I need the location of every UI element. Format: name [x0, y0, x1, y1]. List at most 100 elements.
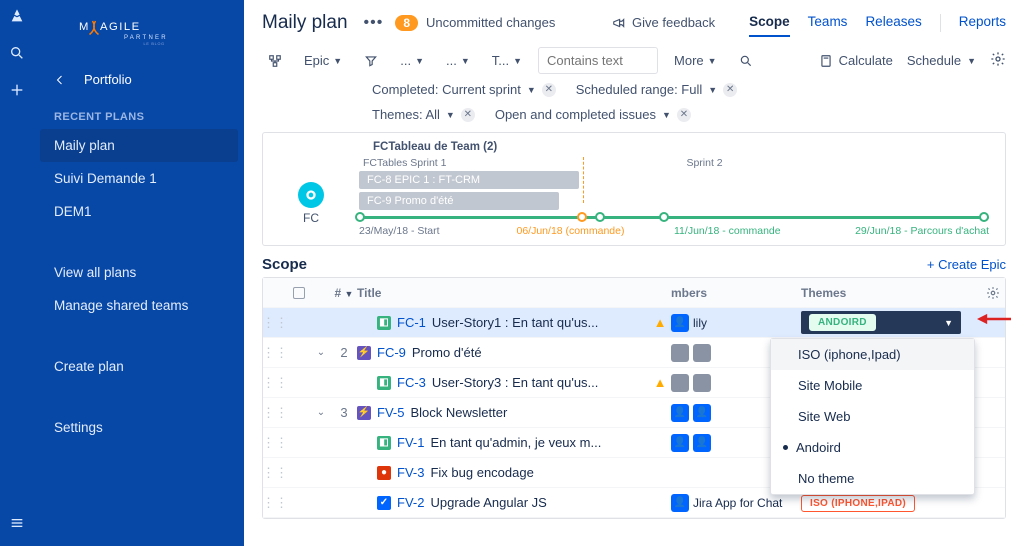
date-end: 29/Jun/18 - Parcours d'achat: [832, 225, 990, 237]
milestone-dot[interactable]: [659, 212, 669, 222]
drag-handle[interactable]: ⋮⋮: [263, 345, 287, 361]
team-code: FC: [303, 211, 319, 225]
expand-toggle[interactable]: ⌄: [311, 407, 331, 418]
menu-icon[interactable]: [9, 515, 25, 534]
warning-icon[interactable]: ▲: [654, 375, 667, 390]
timeline-bar-fc9[interactable]: FC-9 Promo d'été: [359, 192, 559, 210]
create-plan[interactable]: Create plan: [34, 350, 244, 383]
issue-key[interactable]: FC-3: [397, 375, 426, 390]
tab-releases[interactable]: Releases: [865, 8, 921, 37]
issue-type-icon: ⚡: [357, 406, 371, 420]
back-to-portfolio[interactable]: Portfolio: [34, 64, 244, 97]
plan-suivi[interactable]: Suivi Demande 1: [34, 162, 244, 195]
chevron-down-icon: ▼: [944, 318, 953, 328]
member-avatar: 👤: [671, 434, 689, 452]
gear-icon[interactable]: [990, 51, 1006, 70]
themes-cell[interactable]: ANDOIRD ▼: [801, 311, 981, 334]
drag-handle[interactable]: ⋮⋮: [263, 405, 287, 421]
dropdown-item[interactable]: No theme: [771, 463, 974, 494]
dropdown-item[interactable]: Site Mobile: [771, 370, 974, 401]
sprint1-label: FCTables Sprint 1: [363, 157, 446, 169]
issue-type-icon: ◧: [377, 436, 391, 450]
drag-handle[interactable]: ⋮⋮: [263, 375, 287, 391]
filter-dots2[interactable]: ... ▼: [440, 49, 476, 72]
issue-title: En tant qu'admin, je veux m...: [430, 435, 601, 450]
col-themes-header[interactable]: Themes: [801, 286, 981, 300]
milestone-dot[interactable]: [355, 212, 365, 222]
schedule-button[interactable]: Schedule ▼: [907, 53, 976, 68]
create-icon[interactable]: [9, 82, 25, 101]
hierarchy-filter[interactable]: [262, 50, 288, 72]
issue-key[interactable]: FV-1: [397, 435, 424, 450]
member-name: Jira App for Chat: [693, 496, 782, 510]
milestone-dot[interactable]: [595, 212, 605, 222]
team-avatar[interactable]: [298, 182, 324, 208]
col-members-header[interactable]: mbers: [671, 286, 801, 300]
filter-dots1[interactable]: ... ▼: [394, 49, 430, 72]
theme-select[interactable]: ANDOIRD ▼: [801, 311, 961, 334]
theme-badge: ANDOIRD: [809, 314, 876, 331]
tab-teams[interactable]: Teams: [808, 8, 848, 37]
filter-t[interactable]: T... ▼: [486, 49, 528, 72]
chip-scheduled[interactable]: Scheduled range: Full ▼ ✕: [576, 82, 737, 97]
expand-toggle[interactable]: ⌄: [311, 347, 331, 358]
themes-cell[interactable]: ISO (IPHONE,IPAD): [801, 494, 981, 512]
give-feedback-link[interactable]: Give feedback: [612, 15, 715, 30]
app-switcher-icon[interactable]: [9, 8, 25, 27]
dropdown-item[interactable]: ISO (iphone,Ipad): [771, 339, 974, 370]
col-title-header[interactable]: Title: [357, 286, 649, 300]
create-epic-link[interactable]: + Create Epic: [927, 257, 1006, 272]
tab-reports[interactable]: Reports: [959, 8, 1006, 37]
members-cell[interactable]: 👤lily: [671, 314, 801, 332]
issue-key[interactable]: FV-2: [397, 495, 424, 510]
member-avatar: [693, 344, 711, 362]
chip-completed[interactable]: Completed: Current sprint ▼ ✕: [372, 82, 556, 97]
search-icon-btn[interactable]: [733, 50, 759, 72]
drag-handle[interactable]: ⋮⋮: [263, 315, 287, 331]
close-icon[interactable]: ✕: [677, 108, 691, 122]
chip-themes[interactable]: Themes: All ▼ ✕: [372, 107, 475, 122]
issue-key[interactable]: FV-5: [377, 405, 404, 420]
uncommitted-changes-pill[interactable]: 8 Uncommitted changes: [395, 15, 555, 31]
members-cell[interactable]: 👤Jira App for Chat: [671, 494, 801, 512]
calculate-button[interactable]: Calculate: [819, 53, 893, 68]
select-all-checkbox[interactable]: [293, 287, 305, 299]
themes-dropdown[interactable]: ISO (iphone,Ipad) Site Mobile Site Web A…: [770, 338, 975, 495]
release-track: [359, 216, 989, 219]
more-filters[interactable]: More ▼: [668, 49, 723, 72]
funnel-filter[interactable]: [358, 50, 384, 72]
timeline-bar-fc8[interactable]: FC-8 EPIC 1 : FT-CRM: [359, 171, 579, 189]
epic-filter[interactable]: Epic ▼: [298, 49, 348, 72]
search-icon[interactable]: [9, 45, 25, 64]
table-row[interactable]: ⋮⋮ ◧ FC-1 User-Story1 : En tant qu'us... ▲ 👤…: [263, 308, 1005, 338]
drag-handle[interactable]: ⋮⋮: [263, 495, 287, 511]
manage-shared-teams[interactable]: Manage shared teams: [34, 289, 244, 322]
tab-scope[interactable]: Scope: [749, 8, 790, 37]
search-input[interactable]: [538, 47, 658, 74]
dropdown-item[interactable]: Site Web: [771, 401, 974, 432]
settings[interactable]: Settings: [34, 411, 244, 444]
issue-key[interactable]: FC-1: [397, 315, 426, 330]
close-icon[interactable]: ✕: [542, 83, 556, 97]
drag-handle[interactable]: ⋮⋮: [263, 435, 287, 451]
warning-icon[interactable]: ▲: [654, 315, 667, 330]
close-icon[interactable]: ✕: [461, 108, 475, 122]
plan-dem1[interactable]: DEM1: [34, 195, 244, 228]
uncommitted-count: 8: [395, 15, 418, 31]
chip-open-completed[interactable]: Open and completed issues ▼ ✕: [495, 107, 691, 122]
more-actions-icon[interactable]: •••: [362, 14, 386, 32]
issue-type-icon: ◧: [377, 376, 391, 390]
issue-title: User-Story1 : En tant qu'us...: [432, 315, 599, 330]
view-all-plans[interactable]: View all plans: [34, 256, 244, 289]
columns-gear-icon[interactable]: [986, 286, 1000, 300]
dropdown-item[interactable]: Andoird: [771, 432, 974, 463]
issue-title: Fix bug encodage: [430, 465, 533, 480]
close-icon[interactable]: ✕: [723, 83, 737, 97]
drag-handle[interactable]: ⋮⋮: [263, 465, 287, 481]
issue-key[interactable]: FC-9: [377, 345, 406, 360]
milestone-dot[interactable]: [979, 212, 989, 222]
issue-type-icon: ◧: [377, 316, 391, 330]
issue-key[interactable]: FV-3: [397, 465, 424, 480]
milestone-dot[interactable]: [577, 212, 587, 222]
plan-maily[interactable]: Maily plan: [40, 129, 238, 162]
